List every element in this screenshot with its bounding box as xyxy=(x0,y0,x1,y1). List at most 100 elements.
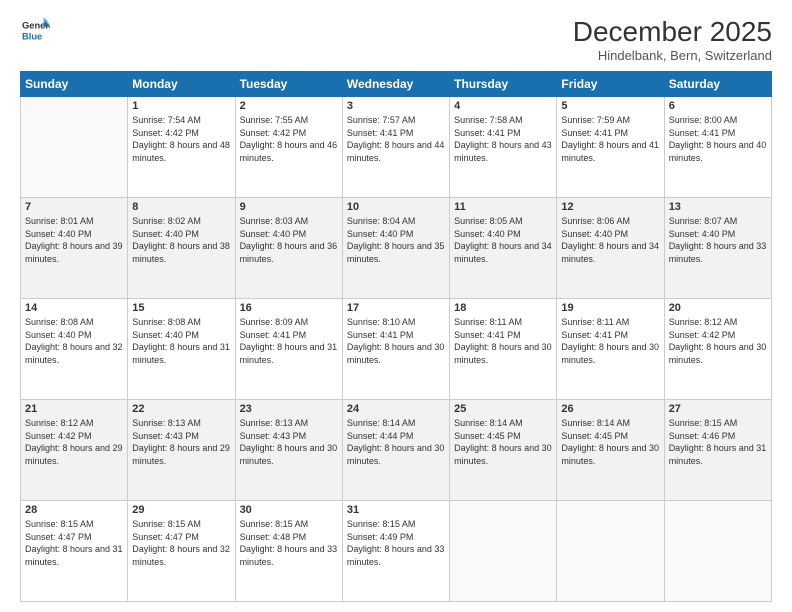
logo-icon: General Blue xyxy=(22,16,50,44)
table-row xyxy=(21,97,128,198)
day-number: 14 xyxy=(25,302,123,314)
col-thursday: Thursday xyxy=(450,72,557,97)
day-info: Sunrise: 8:01 AMSunset: 4:40 PMDaylight:… xyxy=(25,215,123,265)
table-row: 10 Sunrise: 8:04 AMSunset: 4:40 PMDayligh… xyxy=(342,198,449,299)
day-info: Sunrise: 8:15 AMSunset: 4:46 PMDaylight:… xyxy=(669,417,767,467)
day-number: 13 xyxy=(669,201,767,213)
day-info: Sunrise: 8:15 AMSunset: 4:47 PMDaylight:… xyxy=(132,518,230,568)
calendar-header-row: Sunday Monday Tuesday Wednesday Thursday… xyxy=(21,72,772,97)
day-number: 23 xyxy=(240,403,338,415)
table-row xyxy=(557,501,664,602)
svg-text:Blue: Blue xyxy=(22,31,42,41)
col-tuesday: Tuesday xyxy=(235,72,342,97)
calendar-week-row: 14 Sunrise: 8:08 AMSunset: 4:40 PMDayligh… xyxy=(21,299,772,400)
table-row: 27 Sunrise: 8:15 AMSunset: 4:46 PMDayligh… xyxy=(664,400,771,501)
day-info: Sunrise: 8:14 AMSunset: 4:45 PMDaylight:… xyxy=(561,417,659,467)
day-info: Sunrise: 8:15 AMSunset: 4:49 PMDaylight:… xyxy=(347,518,445,568)
day-number: 10 xyxy=(347,201,445,213)
col-sunday: Sunday xyxy=(21,72,128,97)
header: General Blue December 2025 Hindelbank, B… xyxy=(20,16,772,63)
day-number: 15 xyxy=(132,302,230,314)
day-number: 1 xyxy=(132,100,230,112)
table-row: 12 Sunrise: 8:06 AMSunset: 4:40 PMDayligh… xyxy=(557,198,664,299)
calendar-week-row: 21 Sunrise: 8:12 AMSunset: 4:42 PMDayligh… xyxy=(21,400,772,501)
day-info: Sunrise: 8:02 AMSunset: 4:40 PMDaylight:… xyxy=(132,215,230,265)
day-info: Sunrise: 8:12 AMSunset: 4:42 PMDaylight:… xyxy=(669,316,767,366)
day-number: 3 xyxy=(347,100,445,112)
month-title: December 2025 xyxy=(573,16,772,48)
day-info: Sunrise: 8:13 AMSunset: 4:43 PMDaylight:… xyxy=(240,417,338,467)
day-info: Sunrise: 7:54 AMSunset: 4:42 PMDaylight:… xyxy=(132,114,230,164)
day-number: 5 xyxy=(561,100,659,112)
day-number: 12 xyxy=(561,201,659,213)
table-row: 24Sunrise: 8:14 AMSunset: 4:44 PMDayligh… xyxy=(342,400,449,501)
day-number: 21 xyxy=(25,403,123,415)
table-row: 26Sunrise: 8:14 AMSunset: 4:45 PMDayligh… xyxy=(557,400,664,501)
day-number: 18 xyxy=(454,302,552,314)
day-info: Sunrise: 8:15 AMSunset: 4:48 PMDaylight:… xyxy=(240,518,338,568)
table-row: 30 Sunrise: 8:15 AMSunset: 4:48 PMDayligh… xyxy=(235,501,342,602)
calendar-week-row: 7 Sunrise: 8:01 AMSunset: 4:40 PMDaylight… xyxy=(21,198,772,299)
table-row: 22 Sunrise: 8:13 AMSunset: 4:43 PMDayligh… xyxy=(128,400,235,501)
day-info: Sunrise: 8:04 AMSunset: 4:40 PMDaylight:… xyxy=(347,215,445,265)
day-info: Sunrise: 7:55 AMSunset: 4:42 PMDaylight:… xyxy=(240,114,338,164)
calendar-week-row: 28 Sunrise: 8:15 AMSunset: 4:47 PMDayligh… xyxy=(21,501,772,602)
table-row: 3 Sunrise: 7:57 AMSunset: 4:41 PMDaylight… xyxy=(342,97,449,198)
day-number: 9 xyxy=(240,201,338,213)
day-info: Sunrise: 7:58 AMSunset: 4:41 PMDaylight:… xyxy=(454,114,552,164)
day-number: 4 xyxy=(454,100,552,112)
day-info: Sunrise: 8:13 AMSunset: 4:43 PMDaylight:… xyxy=(132,417,230,467)
day-info: Sunrise: 8:08 AMSunset: 4:40 PMDaylight:… xyxy=(25,316,123,366)
day-info: Sunrise: 7:57 AMSunset: 4:41 PMDaylight:… xyxy=(347,114,445,164)
day-info: Sunrise: 8:11 AMSunset: 4:41 PMDaylight:… xyxy=(561,316,659,366)
day-number: 7 xyxy=(25,201,123,213)
location: Hindelbank, Bern, Switzerland xyxy=(573,48,772,63)
day-number: 19 xyxy=(561,302,659,314)
day-number: 11 xyxy=(454,201,552,213)
day-info: Sunrise: 8:15 AMSunset: 4:47 PMDaylight:… xyxy=(25,518,123,568)
table-row: 20Sunrise: 8:12 AMSunset: 4:42 PMDayligh… xyxy=(664,299,771,400)
day-info: Sunrise: 8:06 AMSunset: 4:40 PMDaylight:… xyxy=(561,215,659,265)
day-number: 8 xyxy=(132,201,230,213)
day-number: 30 xyxy=(240,504,338,516)
table-row: 31Sunrise: 8:15 AMSunset: 4:49 PMDayligh… xyxy=(342,501,449,602)
day-info: Sunrise: 8:09 AMSunset: 4:41 PMDaylight:… xyxy=(240,316,338,366)
day-number: 28 xyxy=(25,504,123,516)
table-row: 15 Sunrise: 8:08 AMSunset: 4:40 PMDayligh… xyxy=(128,299,235,400)
table-row: 28 Sunrise: 8:15 AMSunset: 4:47 PMDayligh… xyxy=(21,501,128,602)
logo: General Blue xyxy=(20,16,50,44)
day-number: 2 xyxy=(240,100,338,112)
day-info: Sunrise: 8:14 AMSunset: 4:45 PMDaylight:… xyxy=(454,417,552,467)
table-row: 5 Sunrise: 7:59 AMSunset: 4:41 PMDaylight… xyxy=(557,97,664,198)
table-row: 8 Sunrise: 8:02 AMSunset: 4:40 PMDaylight… xyxy=(128,198,235,299)
table-row xyxy=(450,501,557,602)
day-number: 6 xyxy=(669,100,767,112)
day-number: 27 xyxy=(669,403,767,415)
day-number: 22 xyxy=(132,403,230,415)
day-number: 16 xyxy=(240,302,338,314)
day-number: 17 xyxy=(347,302,445,314)
table-row xyxy=(664,501,771,602)
day-info: Sunrise: 8:07 AMSunset: 4:40 PMDaylight:… xyxy=(669,215,767,265)
table-row: 4 Sunrise: 7:58 AMSunset: 4:41 PMDaylight… xyxy=(450,97,557,198)
day-info: Sunrise: 8:12 AMSunset: 4:42 PMDaylight:… xyxy=(25,417,123,467)
table-row: 13 Sunrise: 8:07 AMSunset: 4:40 PMDayligh… xyxy=(664,198,771,299)
col-saturday: Saturday xyxy=(664,72,771,97)
table-row: 11Sunrise: 8:05 AMSunset: 4:40 PMDayligh… xyxy=(450,198,557,299)
table-row: 16 Sunrise: 8:09 AMSunset: 4:41 PMDayligh… xyxy=(235,299,342,400)
title-section: December 2025 Hindelbank, Bern, Switzerl… xyxy=(573,16,772,63)
day-info: Sunrise: 7:59 AMSunset: 4:41 PMDaylight:… xyxy=(561,114,659,164)
day-info: Sunrise: 8:10 AMSunset: 4:41 PMDaylight:… xyxy=(347,316,445,366)
table-row: 2 Sunrise: 7:55 AMSunset: 4:42 PMDaylight… xyxy=(235,97,342,198)
calendar: Sunday Monday Tuesday Wednesday Thursday… xyxy=(20,71,772,602)
table-row: 7 Sunrise: 8:01 AMSunset: 4:40 PMDaylight… xyxy=(21,198,128,299)
day-info: Sunrise: 8:08 AMSunset: 4:40 PMDaylight:… xyxy=(132,316,230,366)
day-info: Sunrise: 8:14 AMSunset: 4:44 PMDaylight:… xyxy=(347,417,445,467)
table-row: 14 Sunrise: 8:08 AMSunset: 4:40 PMDayligh… xyxy=(21,299,128,400)
table-row: 6Sunrise: 8:00 AMSunset: 4:41 PMDaylight… xyxy=(664,97,771,198)
calendar-week-row: 1 Sunrise: 7:54 AMSunset: 4:42 PMDaylight… xyxy=(21,97,772,198)
table-row: 19 Sunrise: 8:11 AMSunset: 4:41 PMDayligh… xyxy=(557,299,664,400)
table-row: 17 Sunrise: 8:10 AMSunset: 4:41 PMDayligh… xyxy=(342,299,449,400)
col-monday: Monday xyxy=(128,72,235,97)
table-row: 18Sunrise: 8:11 AMSunset: 4:41 PMDayligh… xyxy=(450,299,557,400)
